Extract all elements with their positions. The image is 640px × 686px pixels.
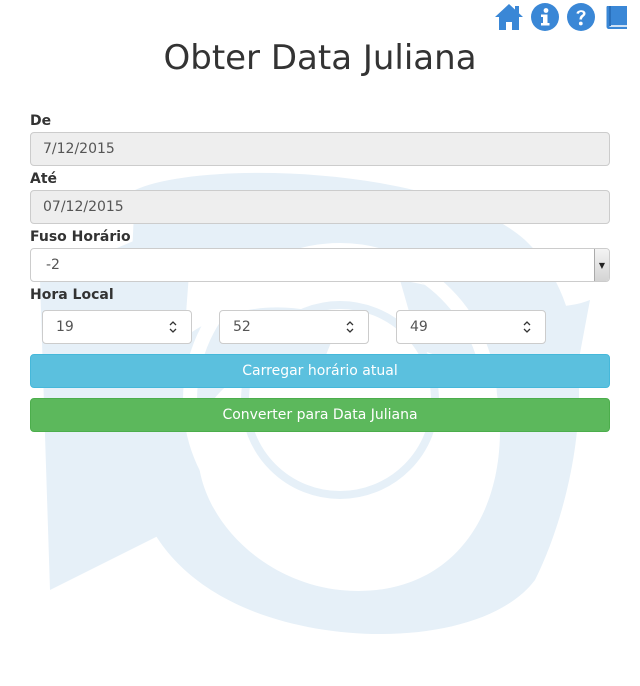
page-title: Obter Data Juliana <box>163 38 477 78</box>
from-value: 7/12/2015 <box>43 141 115 157</box>
from-field[interactable]: 7/12/2015 <box>30 132 610 166</box>
to-value: 07/12/2015 <box>43 199 124 215</box>
minute-value: 52 <box>233 319 251 335</box>
local-time-label: Hora Local <box>30 287 114 303</box>
up-down-arrows-icon[interactable] <box>523 319 531 335</box>
julian-date-form: De 7/12/2015 Até 07/12/2015 Fuso Horário… <box>30 110 610 432</box>
home-icon[interactable] <box>494 2 524 32</box>
info-icon[interactable] <box>530 2 560 32</box>
up-down-arrows-icon[interactable] <box>169 319 177 335</box>
second-value: 49 <box>410 319 428 335</box>
hour-value: 19 <box>56 319 74 335</box>
minute-spinner[interactable]: 52 <box>219 310 369 344</box>
page: Obter Data Juliana De 7/12/2015 Até 07/1… <box>0 0 640 686</box>
top-toolbar <box>494 2 632 32</box>
timezone-value: -2 <box>46 257 60 273</box>
second-spinner[interactable]: 49 <box>396 310 546 344</box>
help-icon[interactable] <box>566 2 596 32</box>
convert-button[interactable]: Converter para Data Juliana <box>30 398 610 432</box>
load-current-time-button[interactable]: Carregar horário atual <box>30 354 610 388</box>
from-label: De <box>30 113 52 129</box>
to-field[interactable]: 07/12/2015 <box>30 190 610 224</box>
local-time-row: 19 52 49 <box>30 310 610 344</box>
timezone-select[interactable]: -2 ▼ <box>30 248 610 282</box>
book-icon[interactable] <box>602 2 632 32</box>
up-down-arrows-icon[interactable] <box>346 319 354 335</box>
hour-spinner[interactable]: 19 <box>42 310 192 344</box>
chevron-down-icon[interactable]: ▼ <box>594 249 609 281</box>
timezone-label: Fuso Horário <box>30 229 131 245</box>
to-label: Até <box>30 171 58 187</box>
